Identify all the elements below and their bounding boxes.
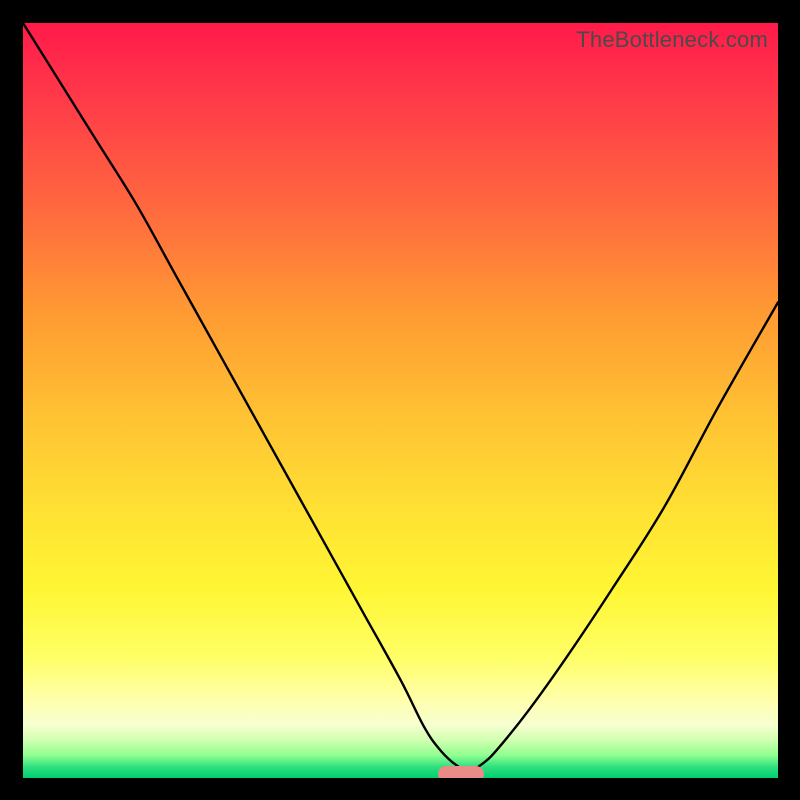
optimal-marker (438, 766, 484, 778)
chart-frame: TheBottleneck.com (0, 0, 800, 800)
bottleneck-curve (23, 23, 778, 778)
watermark-text: TheBottleneck.com (576, 27, 768, 53)
plot-area: TheBottleneck.com (23, 23, 778, 778)
